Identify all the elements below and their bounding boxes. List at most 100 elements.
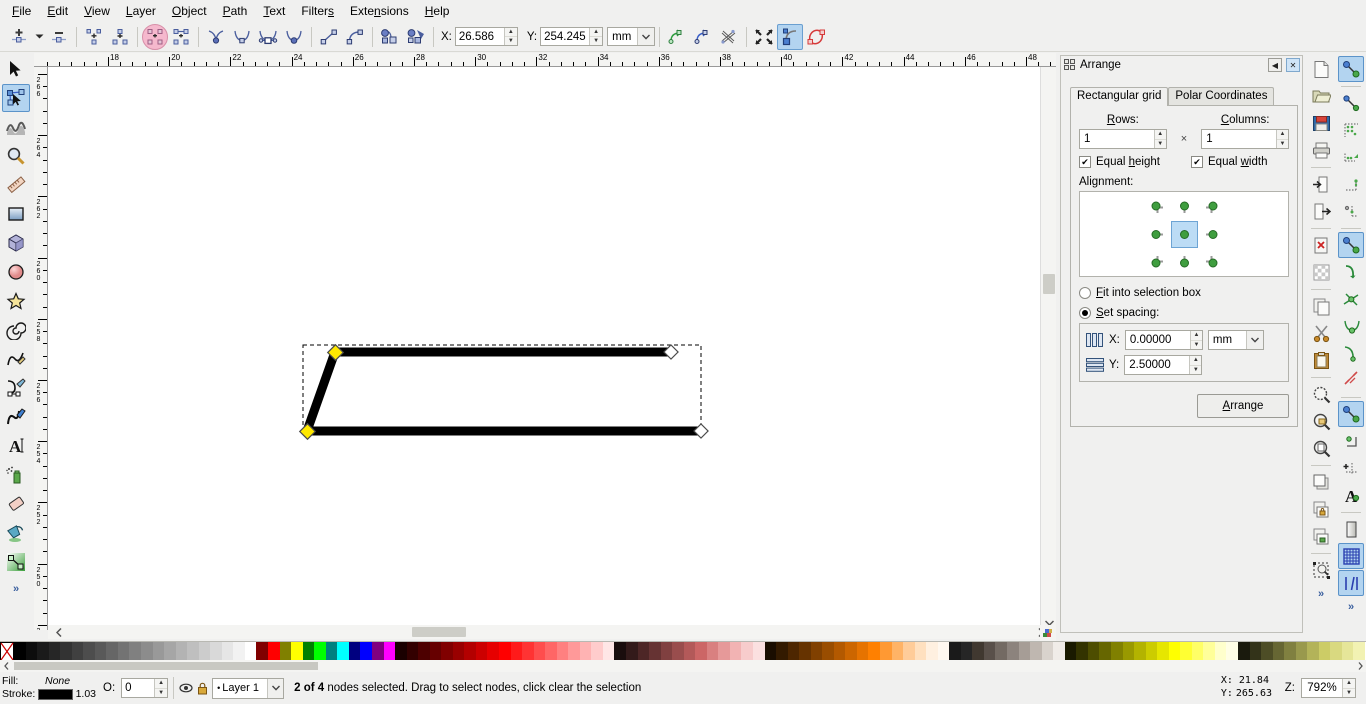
palette-swatch[interactable] (695, 642, 707, 661)
palette-swatch[interactable] (1214, 642, 1227, 661)
palette-swatch[interactable] (880, 642, 892, 661)
palette-swatch[interactable] (325, 642, 338, 661)
palette-swatch[interactable] (637, 642, 650, 661)
columns-spinner-up[interactable]: ▲ (1277, 130, 1288, 140)
box3d-tool[interactable] (2, 229, 30, 257)
spray-tool[interactable] (2, 461, 30, 489)
palette-swatch[interactable] (776, 642, 788, 661)
palette-swatch[interactable] (1076, 642, 1088, 661)
join-nodes-icon[interactable] (81, 24, 107, 50)
palette-swatch[interactable] (1122, 642, 1135, 661)
y-spinner-up[interactable]: ▲ (590, 28, 603, 37)
palette-swatch[interactable] (591, 642, 603, 661)
y-spinner-down[interactable]: ▼ (590, 37, 602, 45)
palette-swatch[interactable] (198, 642, 211, 661)
menu-edit[interactable]: Edit (39, 1, 76, 21)
commands-overflow-button[interactable]: » (1318, 588, 1324, 600)
palette-swatch[interactable] (37, 642, 49, 661)
palette-swatch[interactable] (14, 642, 26, 661)
paint-bucket-tool[interactable] (2, 519, 30, 547)
spacing-x-spinner-down[interactable]: ▼ (1191, 341, 1202, 350)
snap-to-paths-toggle[interactable] (1338, 259, 1364, 285)
delete-segment-icon[interactable] (168, 24, 194, 50)
insert-node-dropdown-icon[interactable] (32, 24, 46, 50)
zoom-field[interactable] (1302, 679, 1342, 697)
palette-swatch[interactable] (418, 642, 430, 661)
layer-select[interactable]: • Layer 1 (212, 677, 285, 699)
radio-selected-icon[interactable] (1079, 307, 1091, 319)
palette-swatch[interactable] (152, 642, 165, 661)
palette-swatch[interactable] (1087, 642, 1100, 661)
print-document-icon[interactable] (1308, 137, 1334, 163)
menu-help[interactable]: Help (417, 1, 458, 21)
radio-unselected-icon[interactable] (1079, 287, 1091, 299)
snap-line-midpoints-toggle[interactable] (1338, 367, 1364, 393)
rectangle-tool[interactable] (2, 200, 30, 228)
palette-scroll-left-icon[interactable] (0, 660, 12, 672)
palette-swatch[interactable] (1064, 642, 1077, 661)
rows-spinner[interactable]: ▲ ▼ (1153, 130, 1166, 148)
align-bottom-center[interactable] (1171, 248, 1198, 275)
menu-object[interactable]: Object (164, 1, 215, 21)
set-spacing-radio[interactable]: Set spacing: (1079, 307, 1289, 319)
export-png-icon[interactable] (1308, 198, 1334, 224)
snap-smooth-nodes-toggle[interactable] (1338, 340, 1364, 366)
spacing-x-input[interactable]: ▲ ▼ (1124, 330, 1203, 350)
palette-swatch[interactable] (441, 642, 453, 661)
spacing-unit-select[interactable]: mm (1207, 330, 1264, 350)
paste-icon[interactable] (1308, 347, 1334, 373)
palette-swatch[interactable] (1145, 642, 1158, 661)
palette-swatch[interactable] (718, 642, 730, 661)
align-bottom-left[interactable] (1144, 248, 1171, 275)
show-bezier-handles-icon[interactable] (716, 24, 742, 50)
palette-swatch[interactable] (175, 642, 188, 661)
palette-swatch[interactable] (383, 642, 396, 661)
snap-nodes-paths-toggle[interactable] (1338, 232, 1364, 258)
unit-select[interactable]: mm (607, 27, 656, 46)
tweak-tool[interactable] (2, 113, 30, 141)
palette-swatch[interactable] (1237, 642, 1250, 661)
palette-swatch[interactable] (406, 642, 419, 661)
zoom-page-icon[interactable] (1308, 435, 1334, 461)
palette-swatch[interactable] (1341, 642, 1354, 661)
palette-swatch[interactable] (233, 642, 245, 661)
align-center[interactable] (1170, 220, 1198, 248)
columns-field[interactable] (1202, 130, 1276, 148)
x-coord-input[interactable]: ▲ ▼ (454, 27, 518, 46)
palette-swatch[interactable] (117, 642, 130, 661)
palette-swatch[interactable] (498, 642, 511, 661)
node-auto-icon[interactable] (281, 24, 307, 50)
palette-none-swatch[interactable] (0, 642, 14, 661)
palette-swatch[interactable] (141, 642, 153, 661)
raise-to-top-icon[interactable] (1308, 469, 1334, 495)
palette-swatch[interactable] (545, 642, 557, 661)
palette-swatch[interactable] (995, 642, 1008, 661)
save-document-icon[interactable] (1308, 110, 1334, 136)
snap-text-baselines-toggle[interactable]: A (1338, 482, 1364, 508)
palette-swatch[interactable] (371, 642, 384, 661)
spacing-x-field[interactable] (1125, 331, 1191, 349)
spacing-y-spinner[interactable]: ▲ ▼ (1189, 356, 1202, 374)
palette-swatch[interactable] (926, 642, 938, 661)
star-tool[interactable] (2, 287, 30, 315)
drawing-canvas[interactable] (48, 67, 1056, 630)
snap-rotation-centers-toggle[interactable] (1338, 455, 1364, 481)
chevron-down-icon[interactable] (637, 28, 655, 45)
horizontal-scrollbar-thumb[interactable] (412, 627, 466, 637)
rows-input[interactable]: ▲ ▼ (1079, 129, 1167, 149)
cut-icon[interactable] (1308, 320, 1334, 346)
y-spinner-buttons[interactable]: ▲ ▼ (589, 28, 603, 45)
palette-swatch[interactable] (683, 642, 696, 661)
show-transform-handles-icon[interactable] (664, 24, 690, 50)
snap-bbox-corners-toggle[interactable] (1338, 144, 1364, 170)
palette-swatch[interactable] (1272, 642, 1285, 661)
equal-width-checkbox[interactable]: ✔ Equal width (1191, 156, 1289, 168)
columns-spinner-down[interactable]: ▼ (1277, 140, 1288, 149)
spacing-y-spinner-up[interactable]: ▲ (1190, 356, 1202, 366)
undo-history-icon[interactable] (1308, 232, 1334, 258)
opacity-spinner-down[interactable]: ▼ (155, 689, 167, 698)
palette-swatch[interactable] (568, 642, 580, 661)
palette-swatch[interactable] (106, 642, 118, 661)
show-path-outline-icon[interactable] (690, 24, 716, 50)
menu-extensions[interactable]: Extensions (342, 1, 417, 21)
